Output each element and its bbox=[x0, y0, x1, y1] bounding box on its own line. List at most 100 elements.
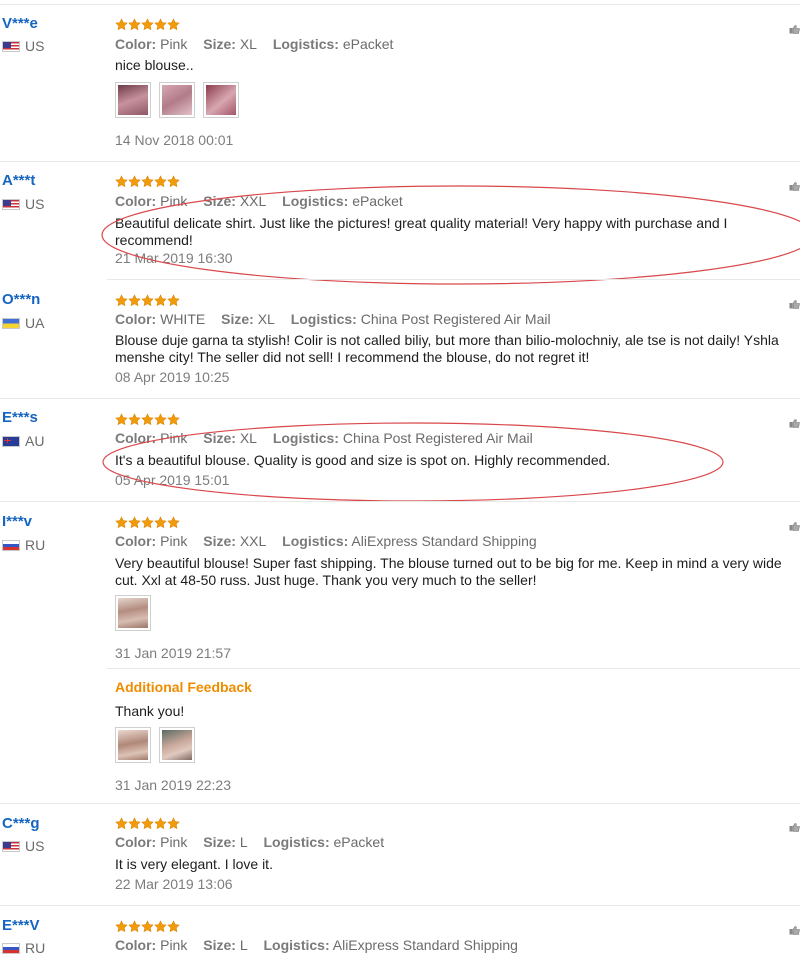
size-value: XXL bbox=[239, 193, 267, 209]
color-value: Pink bbox=[160, 834, 188, 850]
star-rating bbox=[115, 18, 180, 31]
review-photo[interactable] bbox=[115, 82, 151, 118]
color-label: Color: bbox=[115, 311, 157, 327]
divider bbox=[0, 161, 800, 162]
star-icon bbox=[154, 175, 167, 188]
review-photo[interactable] bbox=[159, 82, 195, 118]
logistics-label: Logistics: bbox=[290, 311, 357, 327]
logistics-value: ePacket bbox=[352, 193, 403, 209]
ru-flag-icon bbox=[2, 942, 20, 954]
color-label: Color: bbox=[115, 937, 157, 953]
star-icon bbox=[167, 294, 180, 307]
color-label: Color: bbox=[115, 430, 157, 446]
star-icon bbox=[115, 294, 128, 307]
helpful-icon[interactable] bbox=[789, 522, 800, 531]
review-photos bbox=[115, 727, 195, 763]
logistics-label: Logistics: bbox=[282, 533, 349, 549]
star-icon bbox=[154, 18, 167, 31]
helpful-icon[interactable] bbox=[789, 419, 800, 428]
review-text: Blouse duje garna ta stylish! Colir is n… bbox=[115, 332, 779, 365]
star-icon bbox=[141, 920, 154, 933]
country-code: US bbox=[25, 196, 45, 212]
divider bbox=[107, 279, 800, 280]
additional-feedback-text: Thank you! bbox=[115, 703, 185, 719]
order-info: Color: Pink Size: XXL Logistics: AliExpr… bbox=[115, 533, 549, 549]
star-icon bbox=[115, 175, 128, 188]
reviewer-name[interactable]: V***e bbox=[2, 15, 38, 32]
reviewer-country: UA bbox=[2, 315, 44, 331]
review-photo[interactable] bbox=[159, 727, 195, 763]
star-icon bbox=[115, 920, 128, 933]
star-icon bbox=[115, 516, 128, 529]
review-photos bbox=[115, 595, 151, 631]
star-icon bbox=[141, 175, 154, 188]
review-photos bbox=[115, 82, 239, 118]
logistics-value: China Post Registered Air Mail bbox=[342, 430, 533, 446]
review-text: nice blouse.. bbox=[115, 57, 194, 73]
star-icon bbox=[128, 413, 141, 426]
reviewer-name[interactable]: A***t bbox=[2, 172, 35, 189]
helpful-icon[interactable] bbox=[789, 182, 800, 191]
reviewer-country: RU bbox=[2, 940, 45, 956]
review-text: It is very elegant. I love it. bbox=[115, 856, 273, 872]
star-icon bbox=[128, 516, 141, 529]
reviewer-name[interactable]: I***v bbox=[2, 513, 32, 530]
color-value: Pink bbox=[160, 36, 188, 52]
reviewer-name[interactable]: E***V bbox=[2, 917, 40, 934]
country-code: US bbox=[25, 838, 45, 854]
star-rating bbox=[115, 516, 180, 529]
color-value: Pink bbox=[160, 430, 188, 446]
star-icon bbox=[154, 817, 167, 830]
color-value: Pink bbox=[160, 937, 188, 953]
country-code: US bbox=[25, 38, 45, 54]
review-text: Beautiful delicate shirt. Just like the … bbox=[115, 215, 728, 248]
star-icon bbox=[167, 175, 180, 188]
logistics-label: Logistics: bbox=[272, 430, 339, 446]
color-label: Color: bbox=[115, 533, 157, 549]
country-code: UA bbox=[25, 315, 45, 331]
us-flag-icon bbox=[2, 198, 20, 210]
us-flag-icon bbox=[2, 840, 20, 852]
color-label: Color: bbox=[115, 36, 157, 52]
reviewer-country: RU bbox=[2, 537, 45, 553]
reviewer-name[interactable]: O***n bbox=[2, 291, 40, 308]
helpful-icon[interactable] bbox=[789, 823, 800, 832]
logistics-label: Logistics: bbox=[282, 193, 349, 209]
size-label: Size: bbox=[203, 533, 236, 549]
review-photo[interactable] bbox=[115, 727, 151, 763]
divider bbox=[0, 501, 800, 502]
star-rating bbox=[115, 175, 180, 188]
size-value: XL bbox=[257, 311, 275, 327]
reviewer-name[interactable]: E***s bbox=[2, 409, 38, 426]
logistics-value: ePacket bbox=[333, 834, 385, 850]
helpful-icon[interactable] bbox=[789, 926, 800, 935]
reviewer-name[interactable]: C***g bbox=[2, 815, 40, 832]
star-icon bbox=[141, 817, 154, 830]
review-date: 31 Jan 2019 21:57 bbox=[115, 645, 231, 661]
helpful-icon[interactable] bbox=[789, 300, 800, 309]
review-date: 14 Nov 2018 00:01 bbox=[115, 132, 234, 148]
order-info: Color: Pink Size: XXL Logistics: ePacket bbox=[115, 193, 415, 209]
star-icon bbox=[115, 817, 128, 830]
star-icon bbox=[128, 817, 141, 830]
review-text: Very beautiful blouse! Super fast shippi… bbox=[115, 555, 782, 588]
star-icon bbox=[154, 413, 167, 426]
helpful-icon[interactable] bbox=[789, 25, 800, 34]
order-info: Color: WHITE Size: XL Logistics: China P… bbox=[115, 311, 563, 327]
review-photo[interactable] bbox=[115, 595, 151, 631]
size-value: XL bbox=[239, 430, 257, 446]
star-icon bbox=[128, 920, 141, 933]
review-photo[interactable] bbox=[203, 82, 239, 118]
color-value: Pink bbox=[160, 533, 188, 549]
color-value: Pink bbox=[160, 193, 188, 209]
star-icon bbox=[141, 18, 154, 31]
logistics-value: AliExpress Standard Shipping bbox=[351, 533, 537, 549]
au-flag-icon bbox=[2, 435, 20, 447]
additional-feedback-title: Additional Feedback bbox=[115, 679, 252, 695]
star-icon bbox=[141, 294, 154, 307]
logistics-value: China Post Registered Air Mail bbox=[360, 311, 551, 327]
size-value: XL bbox=[239, 36, 257, 52]
star-icon bbox=[167, 413, 180, 426]
logistics-label: Logistics: bbox=[263, 937, 330, 953]
order-info: Color: Pink Size: L Logistics: ePacket bbox=[115, 834, 396, 850]
